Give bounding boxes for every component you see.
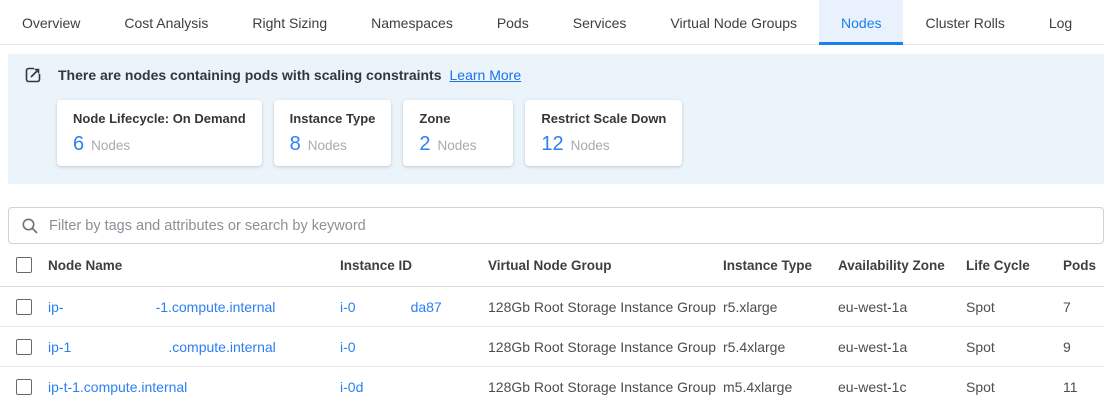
node-name-cell: ip-1 .compute.internal	[48, 339, 340, 355]
card-instance-type[interactable]: Instance Type 8 Nodes	[274, 100, 392, 166]
node-name-link[interactable]: -1.compute.internal	[156, 299, 276, 315]
card-value: 12	[541, 133, 563, 156]
summary-cards: Node Lifecycle: On Demand 6 Nodes Instan…	[57, 100, 1088, 166]
row-checkbox[interactable]	[16, 379, 32, 395]
tab-bar: Overview Cost Analysis Right Sizing Name…	[0, 0, 1104, 45]
node-name-link[interactable]: ip-1	[48, 339, 71, 355]
card-unit: Nodes	[438, 138, 477, 153]
card-unit: Nodes	[91, 138, 130, 153]
tab-right-sizing[interactable]: Right Sizing	[230, 0, 349, 45]
availability-zone-cell: eu-west-1a	[838, 339, 966, 355]
table-header-row: Node Name Instance ID Virtual Node Group…	[0, 244, 1104, 287]
table-row: ip-1 .compute.internal i-0 128Gb Root Sto…	[0, 327, 1104, 367]
tab-services[interactable]: Services	[551, 0, 649, 45]
tab-namespaces[interactable]: Namespaces	[349, 0, 475, 45]
search-input[interactable]	[49, 218, 1091, 234]
virtual-node-group-cell: 128Gb Root Storage Instance Group	[488, 339, 723, 355]
select-all-cell	[0, 257, 48, 273]
life-cycle-cell: Spot	[966, 379, 1063, 395]
instance-id-link[interactable]: d	[356, 379, 364, 395]
card-value: 6	[73, 133, 84, 156]
pods-cell: 9	[1063, 339, 1104, 355]
col-header-node-name: Node Name	[48, 258, 340, 273]
instance-id-link[interactable]: i-0	[340, 379, 356, 395]
virtual-node-group-cell: 128Gb Root Storage Instance Group	[488, 299, 723, 315]
card-zone[interactable]: Zone 2 Nodes	[403, 100, 513, 166]
table-row: ip-t-1.compute.internal i-0d 128Gb Root …	[0, 367, 1104, 404]
row-select-cell	[0, 339, 48, 355]
life-cycle-cell: Spot	[966, 339, 1063, 355]
col-header-instance-type: Instance Type	[723, 258, 838, 273]
card-unit: Nodes	[571, 138, 610, 153]
node-name-link[interactable]: ip-	[48, 299, 64, 315]
card-title: Restrict Scale Down	[541, 111, 666, 126]
instance-id-cell: i-0d	[340, 379, 488, 395]
tab-cost-analysis[interactable]: Cost Analysis	[102, 0, 230, 45]
col-header-availability-zone: Availability Zone	[838, 258, 966, 273]
scaling-constraints-banner: There are nodes containing pods with sca…	[8, 54, 1104, 184]
tab-log[interactable]: Log	[1027, 0, 1094, 45]
search-icon	[21, 217, 39, 235]
availability-zone-cell: eu-west-1c	[838, 379, 966, 395]
nodes-table: Node Name Instance ID Virtual Node Group…	[0, 244, 1104, 404]
table-row: ip- -1.compute.internal i-0 da87 128Gb Roo…	[0, 287, 1104, 327]
card-title: Zone	[419, 111, 497, 126]
card-value: 2	[419, 133, 430, 156]
learn-more-link[interactable]: Learn More	[450, 67, 522, 83]
card-title: Instance Type	[290, 111, 376, 126]
instance-type-cell: r5.xlarge	[723, 299, 838, 315]
card-title: Node Lifecycle: On Demand	[73, 111, 246, 126]
instance-type-cell: m5.4xlarge	[723, 379, 838, 395]
card-node-lifecycle-on-demand[interactable]: Node Lifecycle: On Demand 6 Nodes	[57, 100, 262, 166]
tab-nodes[interactable]: Nodes	[819, 0, 903, 45]
pods-cell: 11	[1063, 379, 1104, 395]
instance-type-cell: r5.4xlarge	[723, 339, 838, 355]
filter-search-bar	[8, 207, 1104, 244]
col-header-life-cycle: Life Cycle	[966, 258, 1063, 273]
instance-id-cell: i-0	[340, 339, 488, 355]
col-header-pods: Pods	[1063, 258, 1104, 273]
row-select-cell	[0, 379, 48, 395]
availability-zone-cell: eu-west-1a	[838, 299, 966, 315]
box-arrow-up-right-icon	[24, 66, 42, 84]
select-all-checkbox[interactable]	[16, 257, 32, 273]
life-cycle-cell: Spot	[966, 299, 1063, 315]
node-name-link[interactable]: .compute.internal	[168, 339, 275, 355]
row-select-cell	[0, 299, 48, 315]
node-name-link[interactable]: ip-	[48, 379, 64, 395]
node-name-link[interactable]: t-1.compute.internal	[64, 379, 188, 395]
tab-overview[interactable]: Overview	[0, 0, 102, 45]
card-restrict-scale-down[interactable]: Restrict Scale Down 12 Nodes	[525, 100, 682, 166]
instance-id-link[interactable]: i-0	[340, 339, 356, 355]
banner-message: There are nodes containing pods with sca…	[58, 67, 442, 83]
card-value: 8	[290, 133, 301, 156]
instance-id-link[interactable]: da87	[411, 299, 442, 315]
virtual-node-group-cell: 128Gb Root Storage Instance Group	[488, 379, 723, 395]
pods-cell: 7	[1063, 299, 1104, 315]
card-unit: Nodes	[308, 138, 347, 153]
tab-pods[interactable]: Pods	[475, 0, 551, 45]
instance-id-link[interactable]: i-0	[340, 299, 356, 315]
col-header-virtual-node-group: Virtual Node Group	[488, 258, 723, 273]
tab-virtual-node-groups[interactable]: Virtual Node Groups	[648, 0, 819, 45]
instance-id-cell: i-0 da87	[340, 299, 488, 315]
node-name-cell: ip-t-1.compute.internal	[48, 379, 340, 395]
col-header-instance-id: Instance ID	[340, 258, 488, 273]
row-checkbox[interactable]	[16, 339, 32, 355]
node-name-cell: ip- -1.compute.internal	[48, 299, 340, 315]
tab-cluster-rolls[interactable]: Cluster Rolls	[903, 0, 1026, 45]
row-checkbox[interactable]	[16, 299, 32, 315]
